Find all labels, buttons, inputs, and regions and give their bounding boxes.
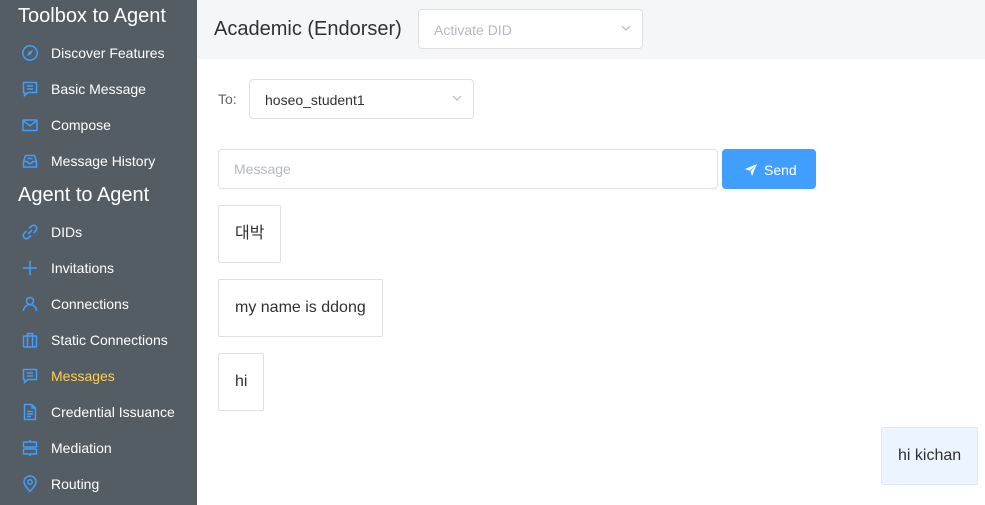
section-title-toolbox: Toolbox to Agent — [18, 5, 166, 27]
sidebar-item-routing[interactable]: Routing — [0, 466, 197, 502]
link-icon — [21, 223, 39, 241]
chat-icon — [21, 80, 39, 98]
header: Academic (Endorser) Activate DID — [197, 0, 985, 59]
user-icon — [21, 295, 39, 313]
sidebar-item-discover-features[interactable]: Discover Features — [0, 35, 197, 71]
sidebar-item-label: Mediation — [51, 440, 112, 456]
envelope-icon — [21, 116, 39, 134]
sidebar-item-label: Discover Features — [51, 45, 165, 61]
activate-did-select[interactable]: Activate DID — [418, 9, 643, 49]
section-title-agent: Agent to Agent — [18, 184, 150, 206]
chevron-down-icon — [620, 22, 632, 34]
chevron-down-icon — [451, 92, 463, 104]
sidebar-item-label: Credential Issuance — [51, 404, 175, 420]
send-button[interactable]: Send — [722, 149, 816, 189]
recipient-value: hoseo_student1 — [265, 92, 365, 108]
suitcase-icon — [21, 331, 39, 349]
to-label: To: — [218, 91, 237, 107]
sidebar: Toolbox to Agent Discover Features Basic… — [0, 0, 197, 505]
message-input[interactable] — [218, 149, 718, 189]
sidebar-item-static-connections[interactable]: Static Connections — [0, 322, 197, 358]
sidebar-item-credential-issuance[interactable]: Credential Issuance — [0, 394, 197, 430]
sidebar-item-label: Routing — [51, 476, 100, 492]
sidebar-item-label: Invitations — [51, 260, 115, 276]
message-bubble: my name is ddong — [218, 279, 383, 337]
sidebar-item-compose[interactable]: Compose — [0, 107, 197, 143]
sidebar-item-label: DIDs — [51, 224, 83, 240]
sidebar-item-messages[interactable]: Messages — [0, 358, 197, 394]
sidebar-item-basic-message[interactable]: Basic Message — [0, 71, 197, 107]
sidebar-item-label: Static Connections — [51, 332, 168, 348]
page-title: Academic (Endorser) — [214, 18, 402, 40]
send-icon — [744, 163, 758, 177]
recipient-select[interactable]: hoseo_student1 — [249, 79, 474, 119]
sidebar-item-label: Compose — [51, 117, 111, 133]
sidebar-item-connections[interactable]: Connections — [0, 286, 197, 322]
sidebar-item-invitations[interactable]: Invitations — [0, 250, 197, 286]
activate-did-placeholder: Activate DID — [434, 22, 512, 38]
inbox-icon — [21, 152, 39, 170]
sidebar-item-mediation[interactable]: Mediation — [0, 430, 197, 466]
sidebar-item-label: Basic Message — [51, 81, 146, 97]
sidebar-item-label: Connections — [51, 296, 129, 312]
send-button-label: Send — [764, 162, 797, 178]
sidebar-item-label: Messages — [51, 368, 115, 384]
location-icon — [21, 475, 39, 493]
sidebar-item-message-history[interactable]: Message History — [0, 143, 197, 179]
message-bubble: 대박 — [218, 205, 282, 263]
sidebar-item-label: Message History — [51, 153, 156, 169]
message-bubble: hi — [218, 353, 265, 411]
sidebar-item-dids[interactable]: DIDs — [0, 214, 197, 250]
plus-icon — [21, 259, 39, 277]
chat-icon — [21, 367, 39, 385]
document-icon — [21, 403, 39, 421]
server-icon — [21, 439, 39, 457]
compass-icon — [21, 44, 39, 62]
sent-message-bubble: hi kichan — [881, 427, 979, 485]
